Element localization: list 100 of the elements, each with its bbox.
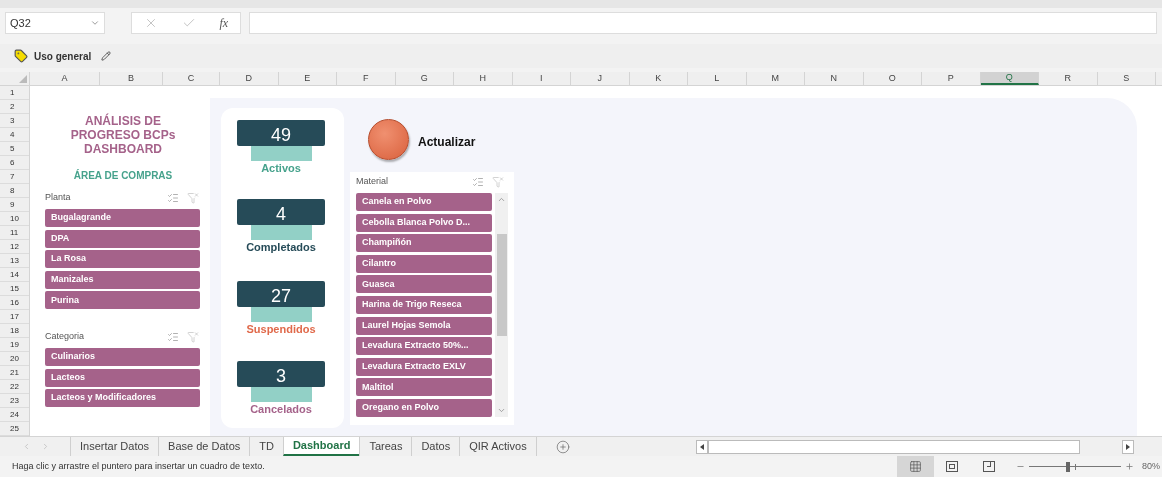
column-header[interactable]: S — [1097, 72, 1156, 85]
slicer-item[interactable]: Canela en Polvo — [356, 193, 492, 211]
column-header[interactable]: G — [395, 72, 454, 85]
column-header[interactable]: R — [1039, 72, 1098, 85]
column-header[interactable]: M — [746, 72, 805, 85]
row-header[interactable]: 15 — [0, 282, 29, 296]
sheet-tab[interactable]: Dashboard — [282, 437, 360, 456]
slicer-item[interactable]: Lacteos — [45, 368, 200, 387]
slicer-item[interactable]: La Rosa — [45, 250, 200, 269]
add-sheet-icon[interactable] — [555, 439, 570, 454]
kpi-value: 49 — [237, 120, 325, 161]
row-header[interactable]: 10 — [0, 212, 29, 226]
zoom-slider[interactable] — [1029, 461, 1121, 472]
formula-input[interactable] — [249, 12, 1157, 34]
kpi-label: Activos — [261, 162, 301, 175]
row-header[interactable]: 20 — [0, 352, 29, 366]
row-header[interactable]: 23 — [0, 394, 29, 408]
row-header[interactable]: 2 — [0, 100, 29, 114]
column-header[interactable]: E — [278, 72, 337, 85]
kpi-value: 27 — [237, 281, 325, 322]
row-header[interactable]: 1 — [0, 86, 29, 100]
slicer-item[interactable]: Levadura Extracto EXLV — [356, 357, 492, 376]
column-header[interactable]: I — [512, 72, 571, 85]
row-header[interactable]: 8 — [0, 184, 29, 198]
row-header[interactable]: 9 — [0, 198, 29, 212]
zoom-level[interactable]: 80% — [1142, 459, 1160, 474]
row-header[interactable]: 22 — [0, 380, 29, 394]
column-header[interactable]: C — [163, 72, 220, 85]
row-header[interactable]: 13 — [0, 254, 29, 268]
column-header[interactable]: D — [220, 72, 279, 85]
slicer-item[interactable]: Oregano en Polvo — [356, 398, 492, 417]
multi-select-icon[interactable] — [167, 331, 179, 343]
scroll-left-button[interactable] — [695, 439, 708, 454]
pencil-icon[interactable] — [101, 51, 112, 61]
clear-filter-icon[interactable] — [187, 331, 199, 343]
page-break-icon — [983, 461, 996, 472]
scroll-thumb[interactable] — [496, 233, 507, 336]
slicer-item[interactable]: Cilantro — [356, 254, 492, 273]
slicer-item[interactable]: Lacteos y Modificadores — [45, 389, 200, 408]
scrollbar[interactable] — [495, 193, 508, 417]
multi-select-icon[interactable] — [472, 176, 484, 188]
slicer-item[interactable]: Harina de Trigo Reseca — [356, 295, 492, 314]
dashboard-subtitle: ÁREA DE COMPRAS — [72, 168, 174, 183]
row-header[interactable]: 18 — [0, 324, 29, 338]
column-header[interactable]: F — [337, 72, 396, 85]
next-sheet-icon[interactable] — [41, 442, 50, 451]
column-header[interactable]: O — [863, 72, 922, 85]
scroll-right-button[interactable] — [1121, 439, 1134, 454]
clear-filter-icon[interactable] — [187, 192, 199, 204]
column-header[interactable]: K — [629, 72, 688, 85]
sensitivity-label[interactable]: Uso general — [34, 48, 92, 64]
slicer-item[interactable]: DPA — [45, 229, 200, 248]
column-header[interactable]: N — [805, 72, 864, 85]
row-header[interactable]: 12 — [0, 240, 29, 254]
slicer-item[interactable]: Bugalagrande — [45, 209, 200, 227]
row-header[interactable]: 14 — [0, 268, 29, 282]
clear-filter-icon[interactable] — [492, 176, 504, 188]
row-header[interactable]: 3 — [0, 114, 29, 128]
left-arrow-icon — [699, 443, 704, 450]
name-box[interactable]: Q32 — [5, 12, 105, 34]
column-header[interactable]: J — [571, 72, 630, 85]
slicer-item[interactable]: Champiñón — [356, 234, 492, 253]
dropdown-icon[interactable] — [90, 18, 100, 28]
row-header[interactable]: 11 — [0, 226, 29, 240]
slicer-item[interactable]: Levadura Extracto 50%... — [356, 337, 492, 356]
row-header[interactable]: 7 — [0, 170, 29, 184]
slicer-item[interactable]: Culinarios — [45, 348, 200, 366]
column-header[interactable]: Q — [980, 72, 1039, 85]
slicer-item[interactable]: Maltitol — [356, 378, 492, 397]
multi-select-icon[interactable] — [167, 192, 179, 204]
row-header[interactable]: 5 — [0, 142, 29, 156]
horizontal-scrollbar[interactable] — [707, 439, 1080, 454]
row-header[interactable]: 4 — [0, 128, 29, 142]
column-header[interactable]: L — [688, 72, 747, 85]
scroll-up-icon[interactable] — [497, 195, 506, 204]
column-header[interactable]: B — [100, 72, 163, 85]
row-header[interactable]: 21 — [0, 366, 29, 380]
normal-view-button[interactable] — [897, 456, 934, 477]
slicer-item[interactable]: Purina — [45, 291, 200, 310]
row-header[interactable]: 24 — [0, 408, 29, 422]
enter-icon[interactable] — [181, 16, 196, 30]
slicer-title: Categoria — [45, 330, 85, 344]
row-header[interactable]: 6 — [0, 156, 29, 170]
zoom-thumb[interactable] — [1065, 461, 1070, 472]
row-header[interactable]: 19 — [0, 338, 29, 352]
column-header[interactable]: H — [454, 72, 513, 85]
zoom-in-icon[interactable] — [1125, 462, 1134, 471]
insert-function-button[interactable]: fx — [219, 14, 229, 32]
previous-sheet-icon[interactable] — [22, 442, 31, 451]
right-arrow-icon — [1125, 443, 1130, 450]
column-header[interactable]: P — [922, 72, 981, 85]
row-header[interactable]: 17 — [0, 310, 29, 324]
slicer-item[interactable]: Guasca — [356, 275, 492, 294]
slicer-item[interactable]: Laurel Hojas Semola — [356, 316, 492, 335]
refresh-label: Actualizar — [418, 134, 476, 151]
column-header[interactable]: A — [30, 72, 100, 85]
slicer-item[interactable]: Manizales — [45, 270, 200, 289]
row-header[interactable]: 16 — [0, 296, 29, 310]
slicer-item[interactable]: Cebolla Blanca Polvo D... — [356, 213, 492, 232]
kpi-value: 4 — [237, 199, 325, 240]
